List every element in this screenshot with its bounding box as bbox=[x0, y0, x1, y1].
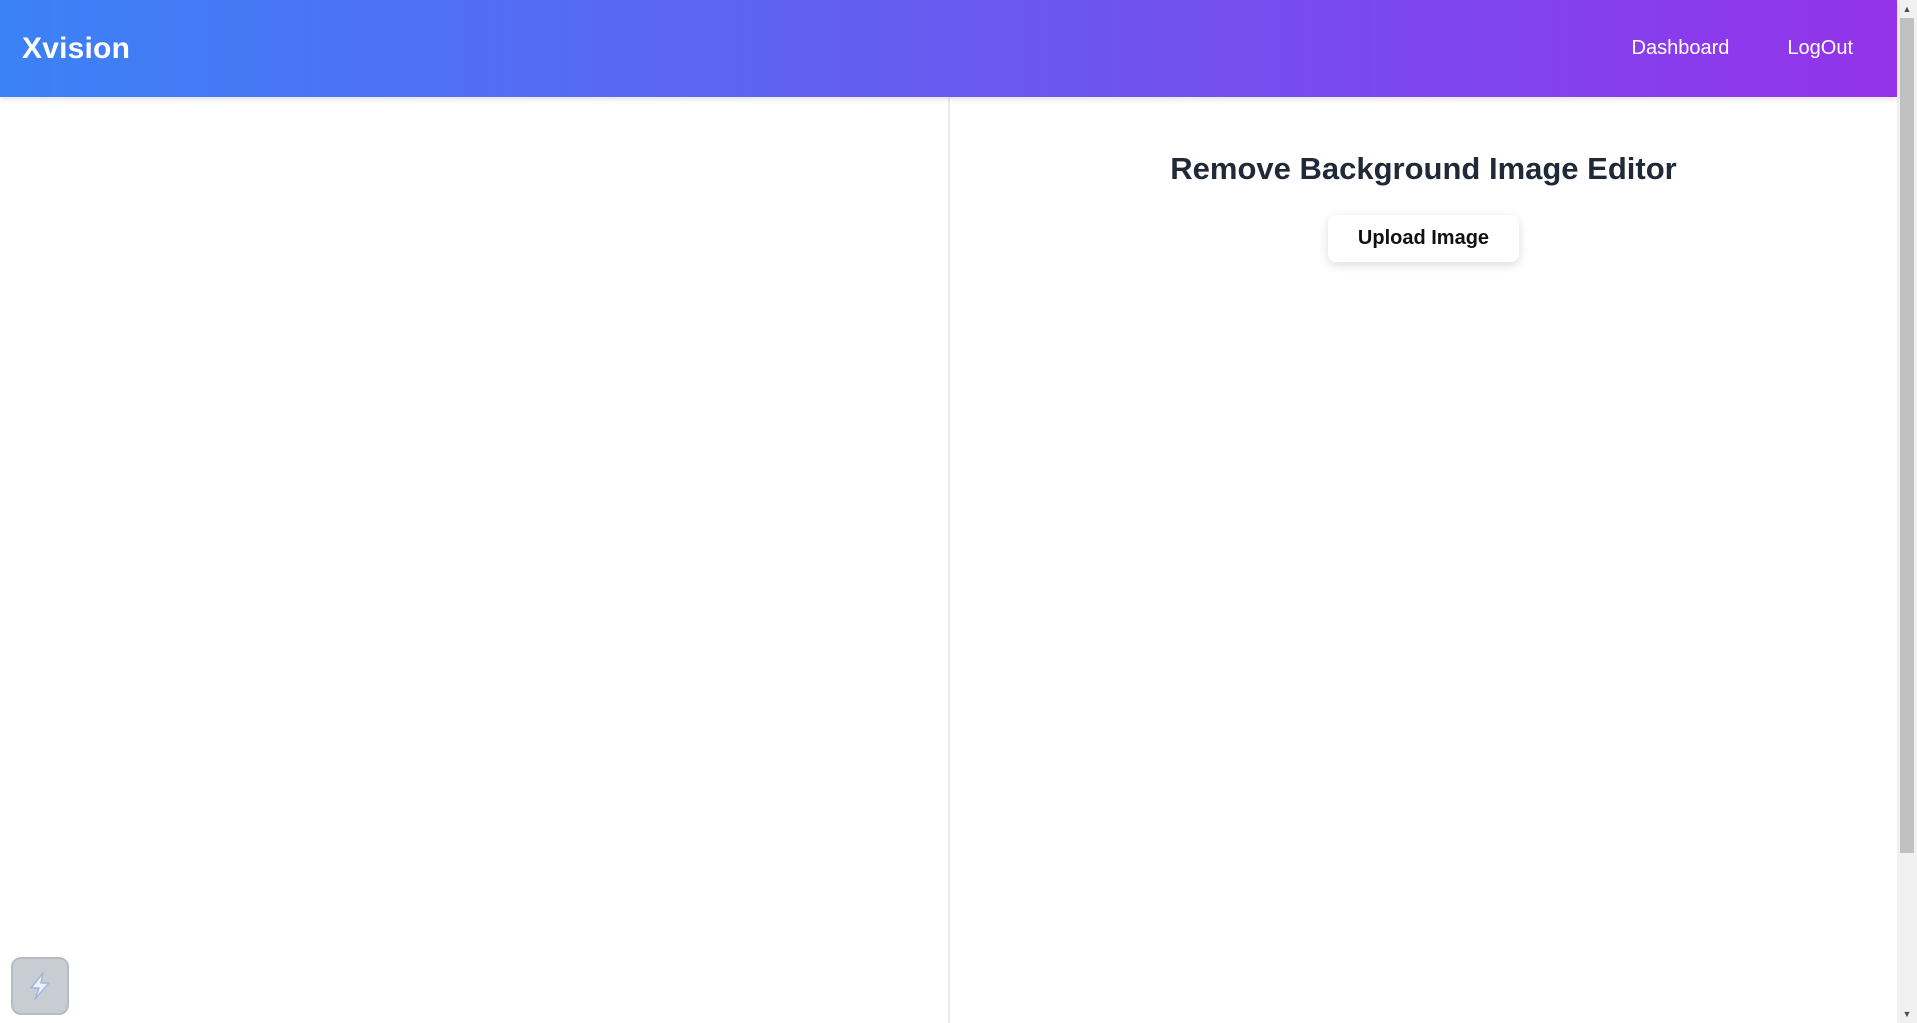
vertical-scrollbar[interactable]: ▲ ▼ bbox=[1897, 0, 1917, 1023]
floating-widget-button[interactable] bbox=[11, 957, 69, 1015]
top-navbar: Xvision Dashboard LogOut bbox=[0, 0, 1897, 97]
editor-title: Remove Background Image Editor bbox=[1170, 151, 1677, 186]
nav-link-dashboard[interactable]: Dashboard bbox=[1632, 37, 1730, 60]
nav-link-logout[interactable]: LogOut bbox=[1787, 37, 1853, 60]
lightning-icon bbox=[30, 972, 50, 1000]
editor-panel: Remove Background Image Editor Upload Im… bbox=[950, 97, 1897, 1023]
app-window: Xvision Dashboard LogOut Remove Backgrou… bbox=[0, 0, 1917, 1023]
main-content: Remove Background Image Editor Upload Im… bbox=[0, 97, 1897, 1023]
image-preview-panel bbox=[0, 97, 948, 1023]
nav-links: Dashboard LogOut bbox=[1632, 37, 1853, 60]
brand-logo[interactable]: Xvision bbox=[22, 32, 130, 66]
scroll-down-arrow-icon[interactable]: ▼ bbox=[1897, 1005, 1917, 1023]
scroll-up-arrow-icon[interactable]: ▲ bbox=[1897, 0, 1917, 18]
upload-image-button[interactable]: Upload Image bbox=[1327, 215, 1520, 262]
scroll-thumb[interactable] bbox=[1900, 18, 1914, 853]
